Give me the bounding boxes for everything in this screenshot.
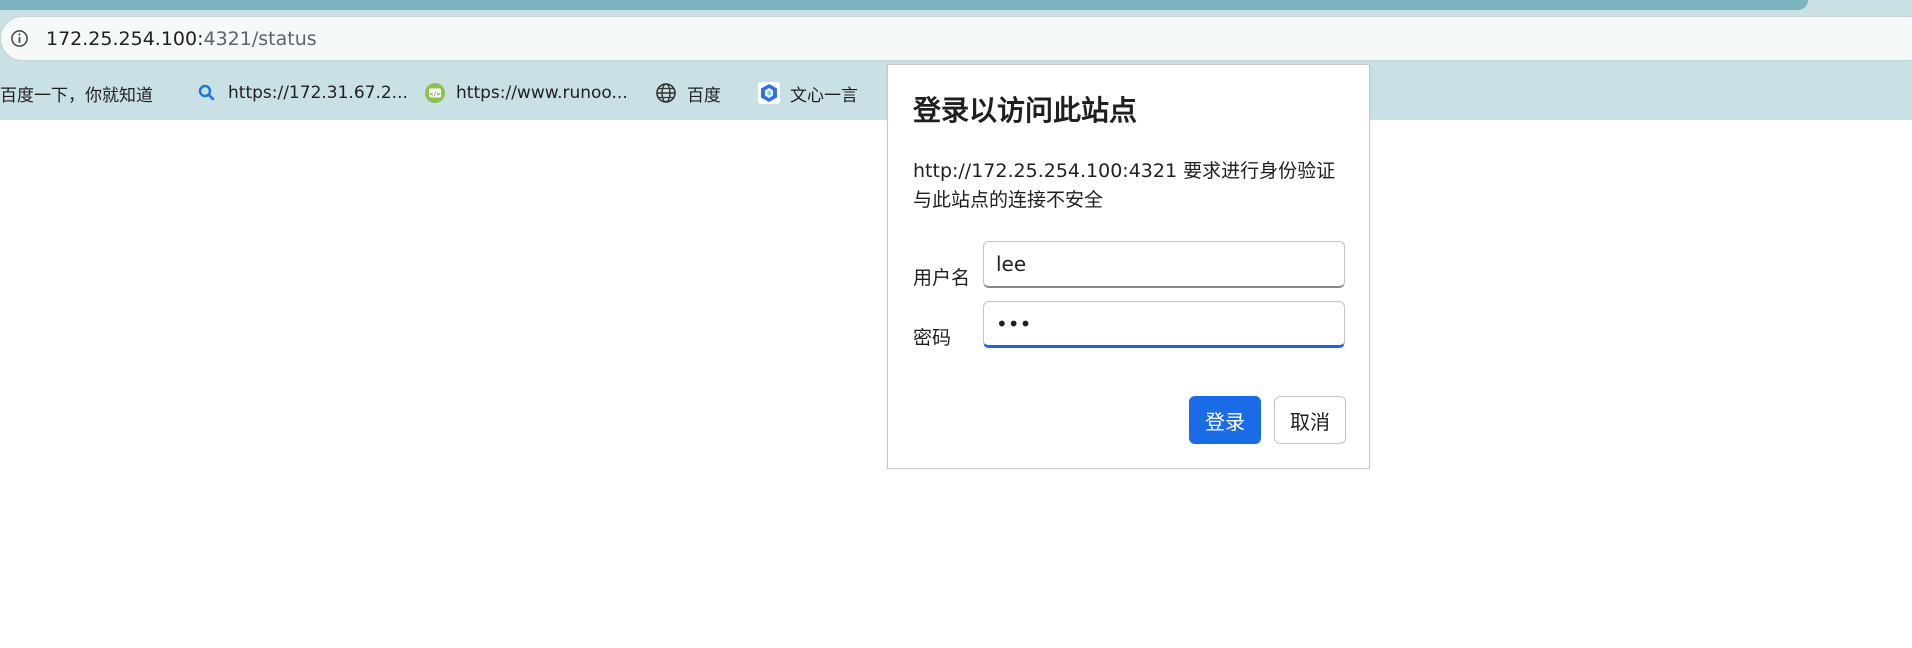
search-icon <box>198 84 215 101</box>
bookmark-label: 文心一言 <box>790 85 858 106</box>
info-icon[interactable] <box>10 29 29 48</box>
password-label: 密码 <box>913 327 952 349</box>
code-icon: </> <box>425 83 445 103</box>
bookmark-label: https://www.runoo... <box>456 83 628 103</box>
dialog-title: 登录以访问此站点 <box>913 94 1138 127</box>
username-label: 用户名 <box>913 267 971 289</box>
cancel-button[interactable]: 取消 <box>1274 396 1346 444</box>
url-path: 4321/status <box>203 28 317 50</box>
wenxin-icon <box>758 82 780 104</box>
svg-text:</>: </> <box>430 91 441 98</box>
login-button[interactable]: 登录 <box>1189 396 1261 444</box>
address-bar[interactable]: 172.25.254.100:4321/status <box>0 16 1912 61</box>
bookmark-172-31-67[interactable]: https://172.31.67.2... <box>196 76 408 110</box>
tab-strip-edge <box>0 0 1808 10</box>
username-input[interactable] <box>983 241 1345 288</box>
bookmark-baidu[interactable]: 百度 <box>655 76 721 110</box>
dialog-message-line1: http://172.25.254.100:4321 要求进行身份验证 <box>913 160 1336 182</box>
bookmark-label: https://172.31.67.2... <box>228 83 408 103</box>
password-input[interactable] <box>983 301 1345 348</box>
address-url[interactable]: 172.25.254.100:4321/status <box>46 28 317 50</box>
bookmark-label: 百度一下，你就知道 <box>0 85 153 106</box>
globe-icon <box>656 83 676 103</box>
dialog-message: http://172.25.254.100:4321 要求进行身份验证 与此站点… <box>913 157 1335 215</box>
bookmark-baidu-search[interactable]: 百度一下，你就知道 <box>0 76 153 110</box>
dialog-message-line2: 与此站点的连接不安全 <box>913 189 1104 211</box>
auth-dialog: 登录以访问此站点 http://172.25.254.100:4321 要求进行… <box>887 64 1370 469</box>
url-host: 172.25.254.100: <box>46 28 204 50</box>
bookmark-runoob[interactable]: </> https://www.runoo... <box>424 76 628 110</box>
bookmark-wenxin[interactable]: 文心一言 <box>758 76 858 110</box>
bookmark-label: 百度 <box>687 85 721 106</box>
